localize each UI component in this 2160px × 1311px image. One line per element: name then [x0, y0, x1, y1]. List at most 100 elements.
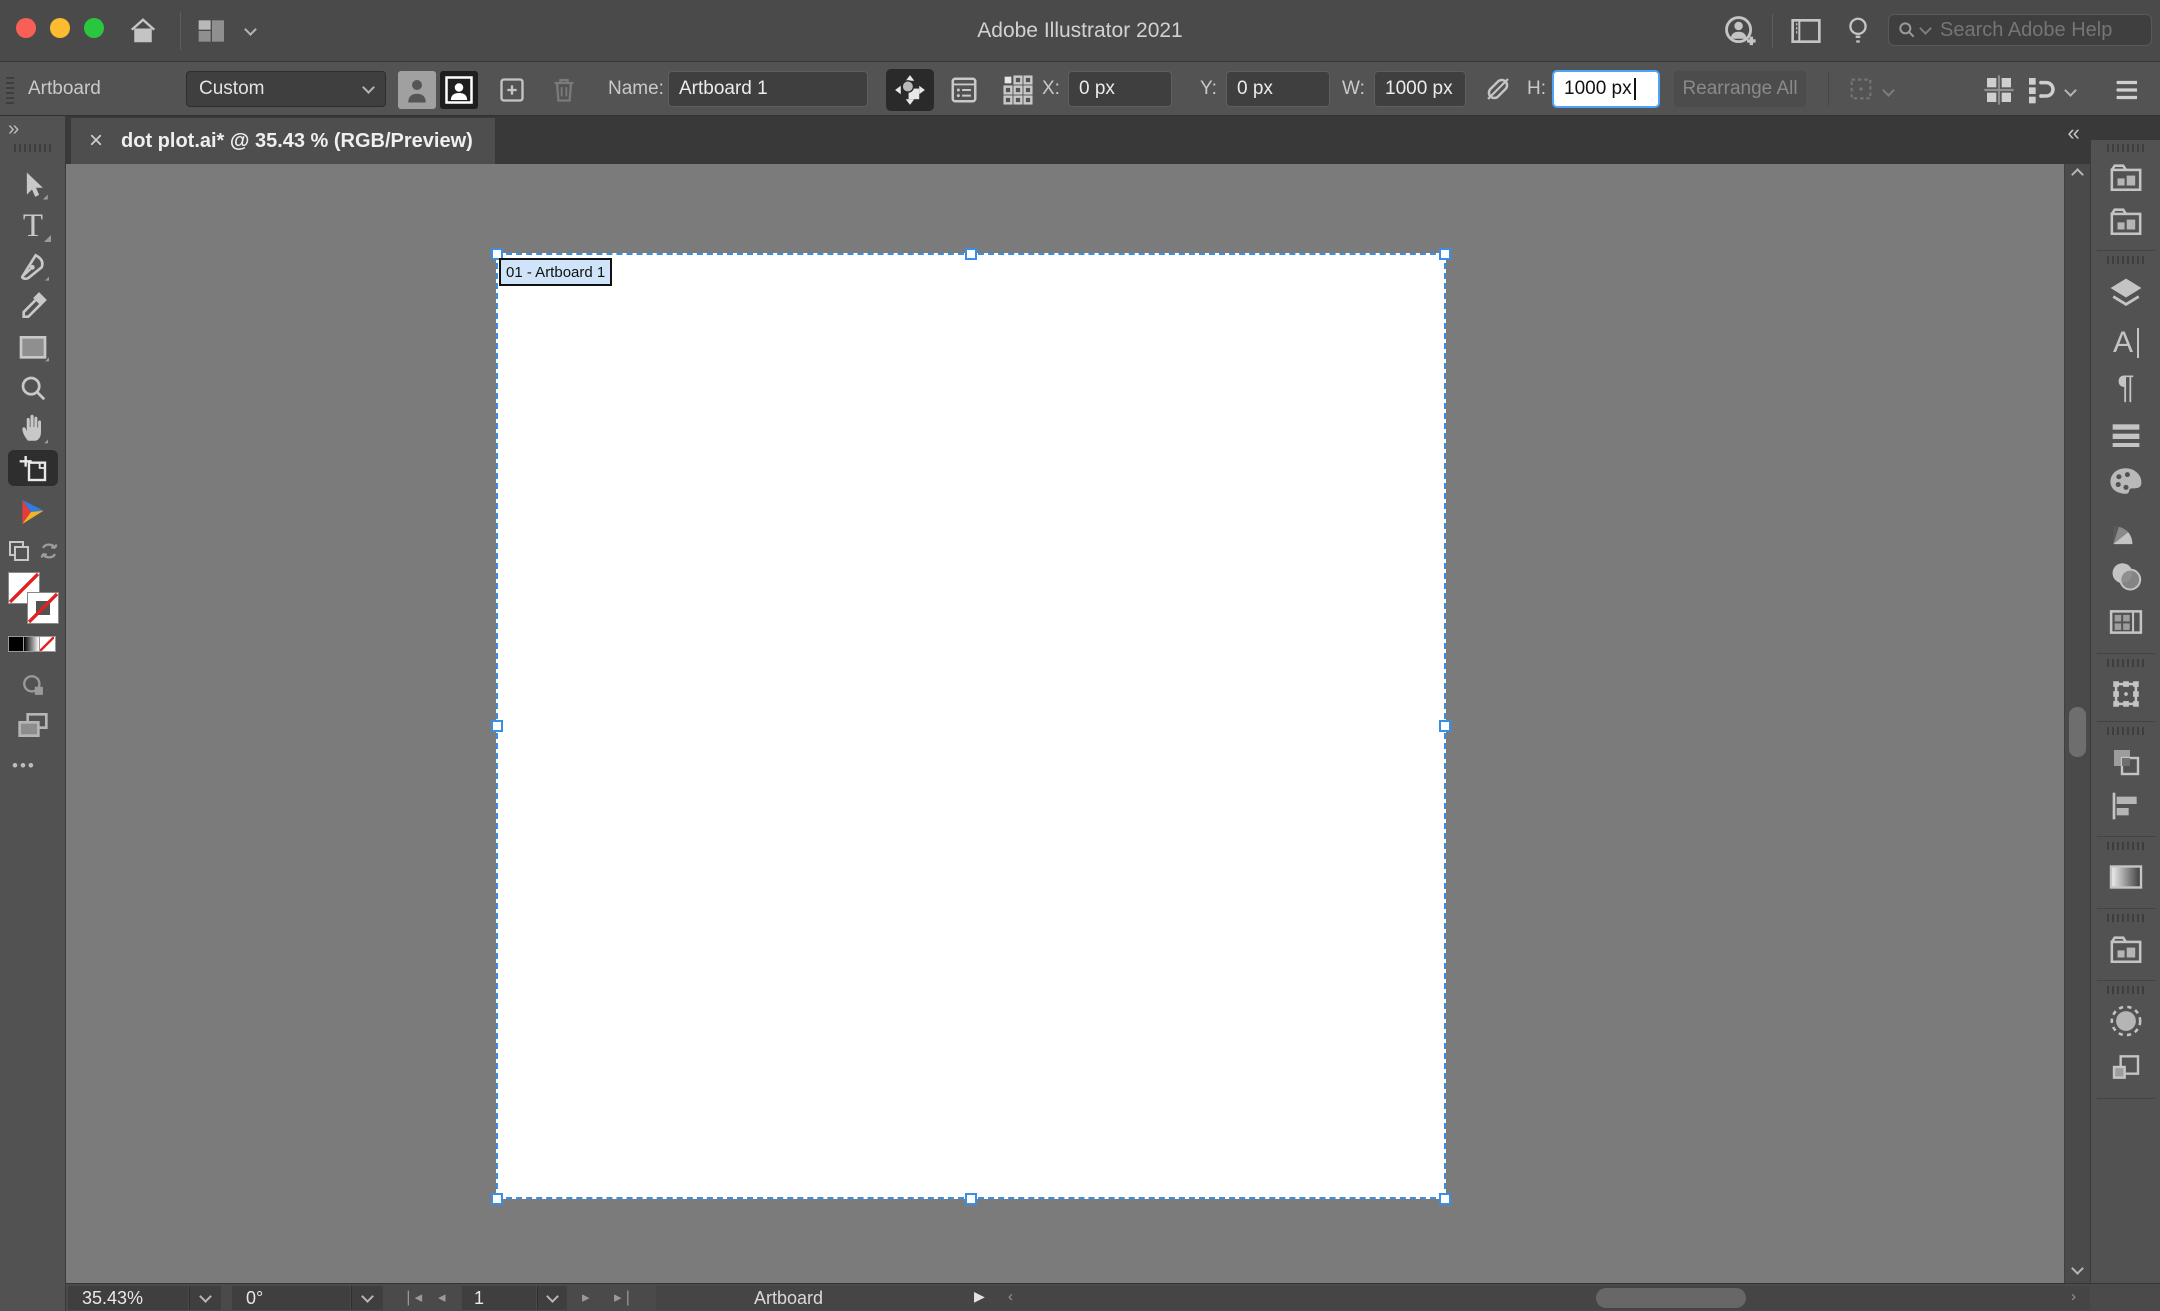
panel-collapse-icon[interactable]: ‹‹ [2067, 120, 2080, 146]
symbols-panel-icon[interactable] [2104, 930, 2148, 968]
stroke-swatch-none[interactable] [27, 592, 59, 624]
zoom-level-box[interactable]: 35.43% [68, 1286, 188, 1310]
artboard-handle-se[interactable] [1439, 1193, 1451, 1205]
gradient-panel-icon[interactable] [2104, 858, 2148, 896]
type-tool[interactable]: T [14, 208, 52, 244]
artboard-handle-e[interactable] [1439, 720, 1451, 732]
select-similar-icon[interactable] [1844, 73, 1878, 105]
minimize-window-button[interactable] [50, 18, 70, 38]
zoom-window-button[interactable] [84, 18, 104, 38]
transform-panel-icon[interactable] [2104, 675, 2148, 713]
intertwine-tool-icon[interactable] [14, 494, 52, 530]
tab-close-icon[interactable]: × [89, 129, 103, 153]
vertical-scrollbar[interactable] [2064, 164, 2090, 1283]
drawing-modes-icon[interactable] [14, 668, 52, 702]
previous-artboard-button[interactable]: ◂ [438, 1288, 446, 1306]
align-pixel-grid-icon[interactable] [1980, 72, 2018, 108]
scroll-down-icon[interactable] [2071, 1262, 2084, 1275]
swap-fill-stroke-icon[interactable] [36, 538, 62, 564]
rearrange-all-button[interactable]: Rearrange All [1674, 71, 1806, 107]
document-tab[interactable]: × dot plot.ai* @ 35.43 % (RGB/Preview) [71, 118, 495, 164]
account-add-icon[interactable] [1720, 13, 1760, 49]
pen-tool[interactable] [14, 248, 52, 284]
artboard-handle-w[interactable] [491, 720, 503, 732]
panel-drag-handle-4[interactable] [2107, 727, 2145, 735]
layers-panel-icon[interactable] [2104, 274, 2148, 312]
panel-drag-handle-3[interactable] [2107, 659, 2145, 667]
stroke-panel-icon[interactable] [2104, 416, 2148, 454]
layout-chevron-down-icon[interactable] [244, 23, 257, 36]
panel-toggle-icon[interactable] [1788, 15, 1824, 47]
reference-point-grid-icon[interactable] [998, 72, 1038, 108]
swatches-panel-icon[interactable] [2104, 603, 2148, 641]
new-artboard-button[interactable] [494, 73, 530, 107]
x-input[interactable] [1068, 71, 1172, 107]
artboard-handle-n[interactable] [965, 248, 977, 260]
selection-tool[interactable] [14, 168, 52, 204]
canvas-area[interactable]: 01 - Artboard 1 [66, 164, 2064, 1283]
zoom-tool[interactable] [14, 370, 52, 406]
height-input[interactable] [1552, 70, 1660, 108]
panel-drag-handle-2[interactable] [2107, 256, 2145, 264]
artboard-name-tag[interactable]: 01 - Artboard 1 [499, 258, 613, 286]
paragraph-panel-icon[interactable]: ¶ [2104, 368, 2148, 406]
artboard[interactable] [496, 253, 1446, 1199]
artboard-number-box[interactable]: 1 [462, 1286, 536, 1310]
eyedropper-tool[interactable] [14, 288, 52, 324]
hscroll-left-icon[interactable]: ‹ [1008, 1288, 1013, 1305]
edit-toolbar-icon[interactable]: ••• [12, 756, 36, 776]
panel-drag-handle-6[interactable] [2107, 914, 2145, 922]
color-panel-icon[interactable] [2104, 462, 2148, 500]
scroll-up-icon[interactable] [2071, 168, 2084, 181]
snap-options-icon[interactable] [2022, 72, 2060, 108]
selection-options-panel-icon[interactable] [2104, 1002, 2148, 1040]
last-artboard-button[interactable]: ▸❘ [614, 1288, 634, 1306]
cc-libraries-panel-icon[interactable] [2104, 202, 2148, 240]
toolbar-drag-handle[interactable] [14, 144, 52, 152]
next-artboard-button[interactable]: ▸ [582, 1288, 590, 1306]
home-icon[interactable] [126, 14, 160, 48]
zoom-level-chevron[interactable] [189, 1286, 221, 1310]
pathfinder-panel-icon[interactable] [2104, 743, 2148, 781]
artboard-handle-sw[interactable] [491, 1193, 503, 1205]
hand-tool[interactable] [14, 408, 52, 446]
preset-select[interactable]: Custom [186, 71, 386, 107]
artboard-tool-selected[interactable] [8, 450, 58, 486]
artboard-handle-s[interactable] [965, 1193, 977, 1205]
screen-mode-icon[interactable] [14, 708, 52, 742]
appearance-panel-icon[interactable] [2104, 1048, 2148, 1086]
portrait-orientation-button[interactable] [398, 71, 436, 109]
horizontal-scroll-thumb[interactable] [1596, 1288, 1746, 1308]
color-mode-button[interactable] [8, 636, 24, 652]
gradient-mode-button[interactable] [24, 636, 40, 652]
select-similar-chevron-icon[interactable] [1882, 84, 1895, 97]
artboard-handle-ne[interactable] [1439, 248, 1451, 260]
search-input[interactable] [1938, 17, 2128, 43]
transparency-panel-icon[interactable] [2104, 557, 2148, 595]
panel-drag-handle-5[interactable] [2107, 842, 2145, 850]
hscroll-right-icon[interactable]: › [2071, 1288, 2076, 1305]
align-panel-icon[interactable] [2104, 787, 2148, 825]
delete-artboard-icon[interactable] [546, 73, 582, 107]
panel-drag-handle[interactable] [2107, 144, 2145, 152]
rotation-box[interactable]: 0° [232, 1286, 350, 1310]
toolbar-expand-icon[interactable]: ›› [8, 118, 19, 141]
color-guide-panel-icon[interactable] [2104, 511, 2148, 549]
none-mode-button[interactable] [40, 636, 56, 652]
character-panel-icon[interactable]: A [2104, 324, 2148, 362]
first-artboard-button[interactable]: ❘◂ [402, 1288, 422, 1306]
rectangle-tool[interactable] [14, 330, 52, 366]
width-input[interactable] [1374, 71, 1466, 107]
fill-stroke-indicator-icon[interactable] [6, 538, 32, 564]
move-with-artwork-button[interactable] [886, 69, 934, 111]
status-flyout-icon[interactable]: ▶ [974, 1288, 985, 1305]
snap-options-chevron-icon[interactable] [2064, 84, 2077, 97]
artboard-number-chevron[interactable] [537, 1286, 567, 1310]
controlbar-drag-handle[interactable] [6, 74, 14, 104]
help-search-box[interactable] [1888, 14, 2152, 46]
close-window-button[interactable] [16, 18, 36, 38]
panel-menu-icon[interactable] [2108, 72, 2146, 108]
rotation-chevron[interactable] [351, 1286, 383, 1310]
artboard-name-input[interactable] [668, 71, 868, 107]
lightbulb-icon[interactable] [1842, 13, 1874, 49]
